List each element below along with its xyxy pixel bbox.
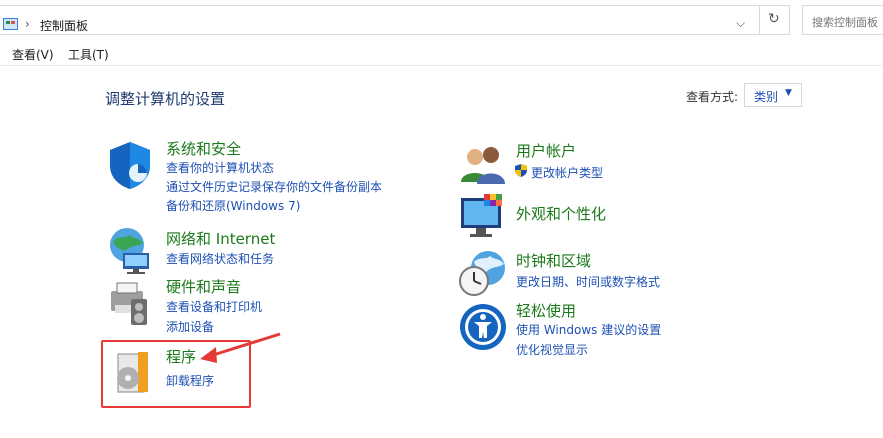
link-devices-printers[interactable]: 查看设备和打印机 [166,298,262,315]
view-by-label: 查看方式: [686,90,739,104]
address-row: › 控制面板 ⌵ ↻ 搜索控制面板 [0,0,883,40]
link-backup-restore[interactable]: 备份和还原(Windows 7) [166,197,300,214]
category-clock-region[interactable]: 时钟和区域 [516,250,591,271]
page-title: 调整计算机的设置 [105,90,226,108]
link-change-date-time-format[interactable]: 更改日期、时间或数字格式 [516,273,660,290]
control-panel-icon [3,18,18,30]
clock-globe-icon[interactable] [458,248,508,298]
link-change-account-type[interactable]: 更改帐户类型 [531,164,603,181]
network-globe-icon[interactable] [105,225,155,275]
category-ease-of-access[interactable]: 轻松使用 [516,300,576,321]
link-file-history-backup[interactable]: 通过文件历史记录保存你的文件备份副本 [166,178,382,195]
link-network-status[interactable]: 查看网络状态和任务 [166,250,274,267]
menu-view[interactable]: 查看(V) [12,46,54,63]
view-by-value: 类别 [754,90,779,104]
refresh-icon: ↻ [768,11,780,27]
breadcrumb-separator-icon[interactable]: › [25,17,30,31]
annotation-arrow-icon [200,332,281,363]
link-windows-recommended-settings[interactable]: 使用 Windows 建议的设置 [516,321,661,338]
link-view-computer-status[interactable]: 查看你的计算机状态 [166,159,274,176]
uac-shield-icon [515,164,527,177]
view-by-select[interactable]: 类别 ▼ [744,83,802,107]
category-appearance-personalization[interactable]: 外观和个性化 [516,203,606,224]
search-input[interactable]: 搜索控制面板 [802,5,883,35]
caret-down-icon: ▼ [785,88,792,98]
category-hardware-sound[interactable]: 硬件和声音 [166,276,241,297]
menu-bar: 查看(V) 工具(T) [0,44,883,66]
category-user-accounts[interactable]: 用户帐户 [516,140,576,161]
ease-of-access-icon[interactable] [458,302,508,352]
category-network-internet[interactable]: 网络和 Internet [166,228,275,249]
chevron-down-icon[interactable]: ⌵ [736,16,745,31]
address-bar[interactable]: › 控制面板 ⌵ [0,5,760,35]
link-optimize-visual-display[interactable]: 优化视觉显示 [516,341,588,358]
category-system-security[interactable]: 系统和安全 [166,138,241,159]
printer-speaker-icon[interactable] [105,277,155,327]
search-placeholder: 搜索控制面板 [812,16,878,29]
shield-icon[interactable] [105,140,155,190]
menu-tools[interactable]: 工具(T) [68,46,109,63]
monitor-palette-icon[interactable] [458,192,508,242]
breadcrumb-control-panel[interactable]: 控制面板 [40,17,88,34]
refresh-button[interactable]: ↻ [760,5,790,35]
users-icon[interactable] [458,140,508,190]
